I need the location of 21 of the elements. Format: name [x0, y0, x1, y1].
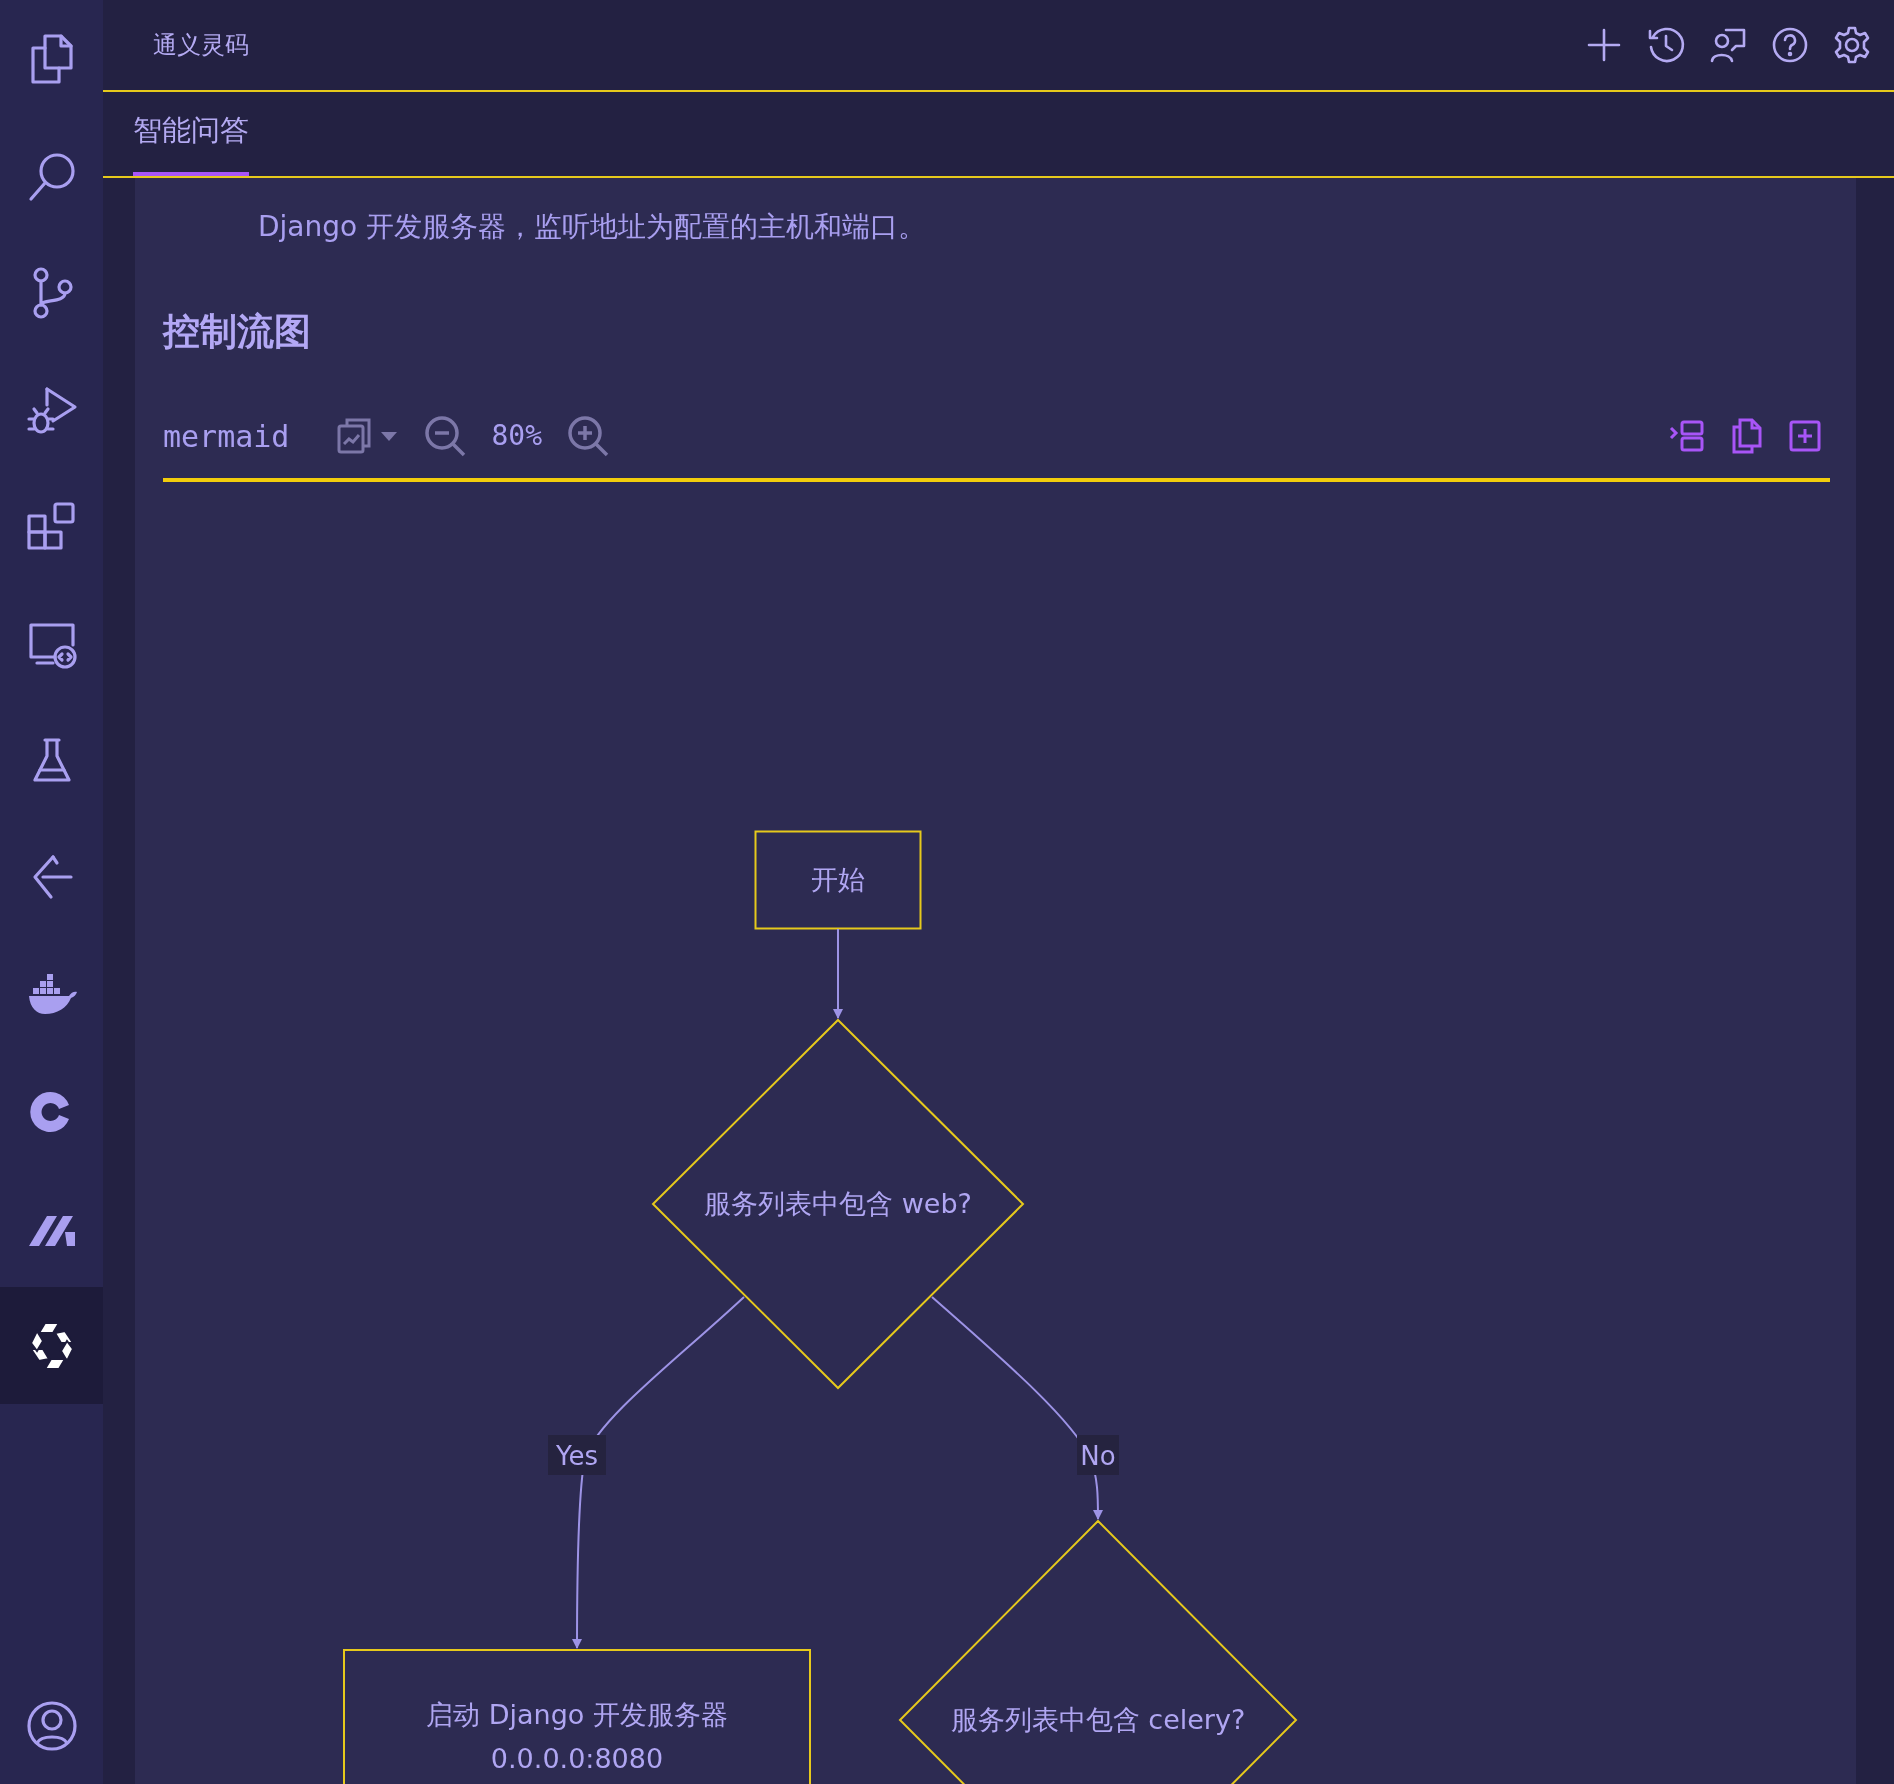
node-label: 服务列表中包含 celery?: [950, 1704, 1246, 1736]
copy-icon[interactable]: [1730, 418, 1764, 455]
edge-label: Yes: [548, 1435, 606, 1476]
node-label: 启动 Django 开发服务器 0.0.0.0:8080: [426, 1699, 728, 1775]
settings-icon[interactable]: [1832, 25, 1872, 65]
zoom-level: 80%: [491, 418, 542, 455]
account-icon[interactable]: [24, 1698, 79, 1753]
edge-label: No: [1077, 1435, 1119, 1476]
node-label: 开始: [811, 864, 865, 896]
node-label: 服务列表中包含 web?: [704, 1188, 972, 1220]
panel-title: 通义灵码: [153, 30, 249, 61]
zoom-in-button[interactable]: [566, 414, 610, 459]
view-toggle-button[interactable]: [337, 416, 400, 457]
zoom-out-button[interactable]: [423, 414, 468, 459]
code-language: mermaid: [163, 417, 290, 456]
new-file-icon[interactable]: [1788, 419, 1822, 454]
section-heading: 控制流图: [161, 309, 312, 355]
paragraph: Django 开发服务器，监听地址为配置的主机和端口。: [257, 209, 928, 245]
insert-icon[interactable]: [1668, 418, 1706, 455]
help-icon[interactable]: [1770, 25, 1810, 65]
history-icon[interactable]: [1646, 25, 1686, 65]
